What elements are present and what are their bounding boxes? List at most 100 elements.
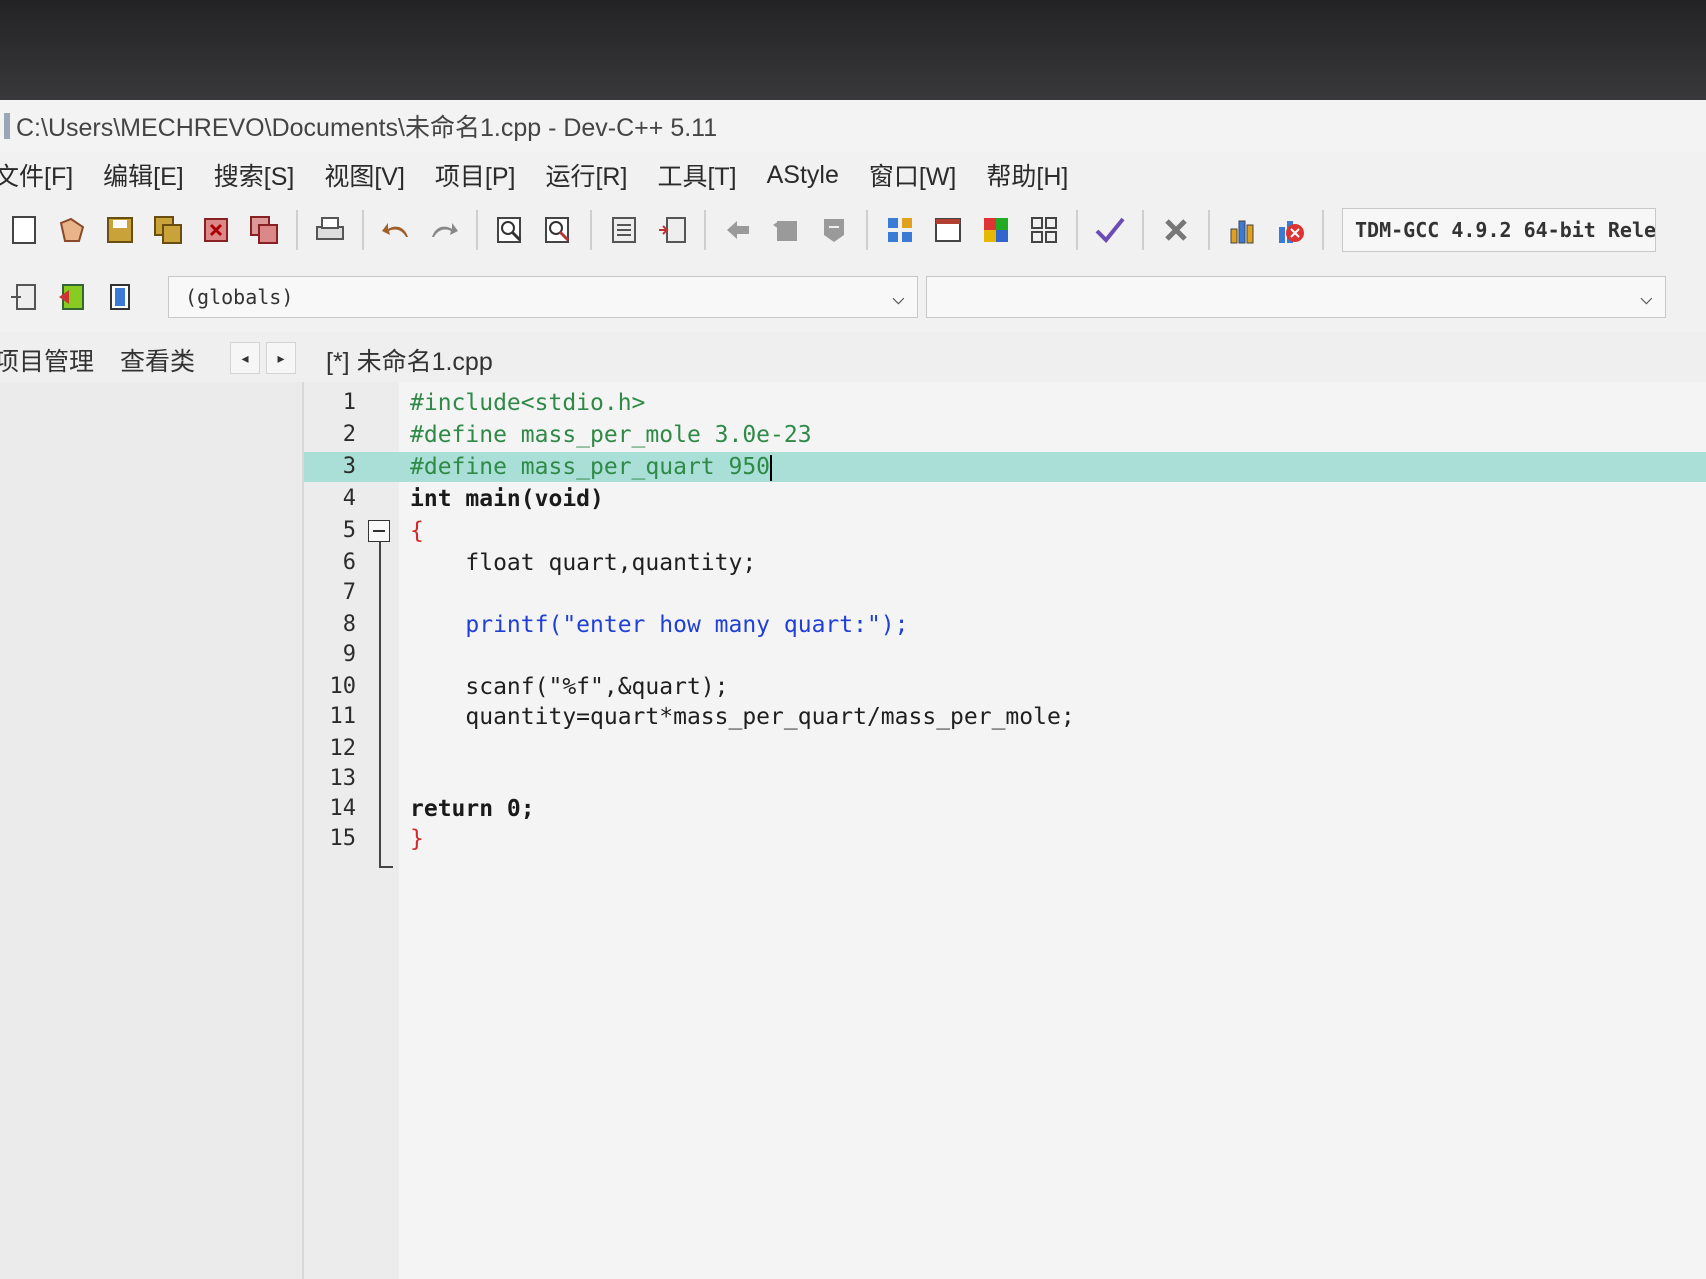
code-line: 2 #define mass_per_mole 3.0e-23 bbox=[304, 420, 1706, 450]
code-line: 14 return 0; bbox=[304, 794, 1706, 824]
toggle-bookmark-icon[interactable] bbox=[55, 280, 89, 314]
ide-window: C:\Users\MECHREVO\Documents\未命名1.cpp - D… bbox=[0, 100, 1706, 1279]
menu-file[interactable]: 文件[F] bbox=[0, 157, 73, 193]
line-number: 13 bbox=[329, 766, 357, 791]
code-line: 1 #include<stdio.h> bbox=[304, 388, 1706, 418]
next-page-icon[interactable] bbox=[769, 213, 803, 247]
line-number: 12 bbox=[329, 736, 357, 761]
line-text: printf("enter how many quart:"); bbox=[410, 612, 909, 638]
line-text: scanf("%f",&quart); bbox=[410, 674, 729, 700]
code-line: 9 bbox=[304, 640, 1706, 670]
line-text: quantity=quart*mass_per_quart/mass_per_m… bbox=[410, 704, 1075, 730]
new-project-icon[interactable] bbox=[883, 213, 917, 247]
code-line: 8 printf("enter how many quart:"); bbox=[304, 610, 1706, 640]
code-line: 10 scanf("%f",&quart); bbox=[304, 672, 1706, 702]
menu-view[interactable]: 视图[V] bbox=[324, 157, 405, 193]
insert-icon[interactable] bbox=[7, 280, 41, 314]
replace-icon[interactable] bbox=[541, 213, 575, 247]
print-icon[interactable] bbox=[313, 213, 347, 247]
line-text: float quart,quantity; bbox=[410, 550, 757, 576]
tab-project[interactable]: 项目管理 bbox=[0, 342, 94, 378]
toolbar-separator bbox=[1076, 210, 1078, 250]
text-cursor bbox=[770, 454, 773, 481]
line-text: #define mass_per_mole 3.0e-23 bbox=[410, 422, 812, 448]
member-combo[interactable]: ⌵ bbox=[926, 276, 1666, 318]
toolbar-separator bbox=[866, 210, 868, 250]
monitor-bezel bbox=[0, 0, 1706, 108]
menu-search[interactable]: 搜索[S] bbox=[214, 157, 295, 193]
code-line: 7 bbox=[304, 578, 1706, 608]
delete-profile-icon[interactable] bbox=[1273, 213, 1307, 247]
indent-icon[interactable] bbox=[607, 213, 641, 247]
bookmark-icon[interactable] bbox=[817, 213, 851, 247]
main-toolbar: TDM-GCC 4.9.2 64-bit Release bbox=[0, 198, 1706, 262]
line-number: 2 bbox=[342, 422, 356, 447]
window-title: C:\Users\MECHREVO\Documents\未命名1.cpp - D… bbox=[16, 114, 718, 142]
app-icon bbox=[4, 113, 10, 139]
menu-edit[interactable]: 编辑[E] bbox=[103, 157, 184, 193]
line-number: 14 bbox=[329, 796, 357, 821]
chevron-down-icon[interactable]: ⌵ bbox=[892, 285, 905, 310]
line-number: 8 bbox=[342, 612, 356, 637]
line-number: 4 bbox=[342, 486, 356, 511]
menu-project[interactable]: 项目[P] bbox=[435, 157, 516, 193]
line-number: 11 bbox=[329, 704, 357, 729]
code-line: 13 bbox=[304, 764, 1706, 794]
toolbar-separator bbox=[1142, 210, 1144, 250]
save-icon[interactable] bbox=[103, 213, 137, 247]
save-all-icon[interactable] bbox=[151, 213, 185, 247]
line-text: return 0; bbox=[410, 796, 535, 822]
goto-bookmark-icon[interactable] bbox=[103, 280, 137, 314]
color-grid-icon[interactable] bbox=[979, 213, 1013, 247]
line-number: 1 bbox=[342, 390, 356, 415]
close-all-icon[interactable] bbox=[247, 213, 281, 247]
line-text-content: #define mass_per_quart 950 bbox=[410, 454, 771, 480]
menu-help[interactable]: 帮助[H] bbox=[986, 157, 1068, 193]
undo-icon[interactable] bbox=[379, 213, 413, 247]
line-number: 7 bbox=[342, 580, 356, 605]
toolbar-separator bbox=[1208, 210, 1210, 250]
menu-astyle[interactable]: AStyle bbox=[767, 161, 839, 190]
class-toolbar: (globals) ⌵ ⌵ bbox=[0, 262, 1706, 332]
code-line: 15 } bbox=[304, 824, 1706, 854]
code-editor[interactable]: 1 #include<stdio.h> 2 #define mass_per_m… bbox=[304, 382, 1706, 1279]
goto-line-icon[interactable] bbox=[655, 213, 689, 247]
profile-chart-icon[interactable] bbox=[1225, 213, 1259, 247]
fold-collapse-icon[interactable] bbox=[368, 520, 390, 542]
line-text: { bbox=[410, 518, 424, 544]
window-icon[interactable] bbox=[931, 213, 965, 247]
prev-page-icon[interactable] bbox=[721, 213, 755, 247]
line-text: #define mass_per_quart 950 bbox=[410, 452, 773, 482]
find-icon[interactable] bbox=[493, 213, 527, 247]
close-file-icon[interactable] bbox=[199, 213, 233, 247]
compiler-select[interactable]: TDM-GCC 4.9.2 64-bit Release bbox=[1342, 208, 1656, 252]
project-panel bbox=[0, 382, 304, 1279]
menu-tools[interactable]: 工具[T] bbox=[657, 157, 736, 193]
toolbar-separator bbox=[296, 210, 298, 250]
tab-scroll-left-icon[interactable]: ◂ bbox=[230, 342, 260, 374]
abort-icon[interactable] bbox=[1159, 213, 1193, 247]
line-text: #include<stdio.h> bbox=[410, 390, 646, 416]
tab-classes[interactable]: 查看类 bbox=[120, 342, 195, 378]
tab-editor-file[interactable]: [*] 未命名1.cpp bbox=[326, 342, 493, 378]
line-number: 9 bbox=[342, 642, 356, 667]
new-file-icon[interactable] bbox=[7, 213, 41, 247]
line-number: 10 bbox=[329, 674, 357, 699]
redo-icon[interactable] bbox=[427, 213, 461, 247]
toolbar-separator bbox=[590, 210, 592, 250]
toolbar-separator bbox=[362, 210, 364, 250]
line-number: 6 bbox=[342, 550, 356, 575]
chevron-down-icon[interactable]: ⌵ bbox=[1640, 285, 1653, 310]
menu-bar: 文件[F] 编辑[E] 搜索[S] 视图[V] 项目[P] 运行[R] 工具[T… bbox=[0, 152, 1706, 198]
tab-scroll-right-icon[interactable]: ▸ bbox=[266, 342, 296, 374]
open-file-icon[interactable] bbox=[55, 213, 89, 247]
code-line-highlighted: 3 #define mass_per_quart 950 bbox=[304, 452, 1706, 482]
menu-window[interactable]: 窗口[W] bbox=[869, 157, 957, 193]
line-number: 3 bbox=[342, 454, 356, 479]
scope-combo[interactable]: (globals) ⌵ bbox=[168, 276, 918, 318]
toolbar-separator bbox=[704, 210, 706, 250]
tab-strip: 项目管理 查看类 ◂ ▸ [*] 未命名1.cpp bbox=[0, 332, 1706, 382]
tile-icon[interactable] bbox=[1027, 213, 1061, 247]
check-syntax-icon[interactable] bbox=[1093, 213, 1127, 247]
menu-run[interactable]: 运行[R] bbox=[545, 157, 627, 193]
